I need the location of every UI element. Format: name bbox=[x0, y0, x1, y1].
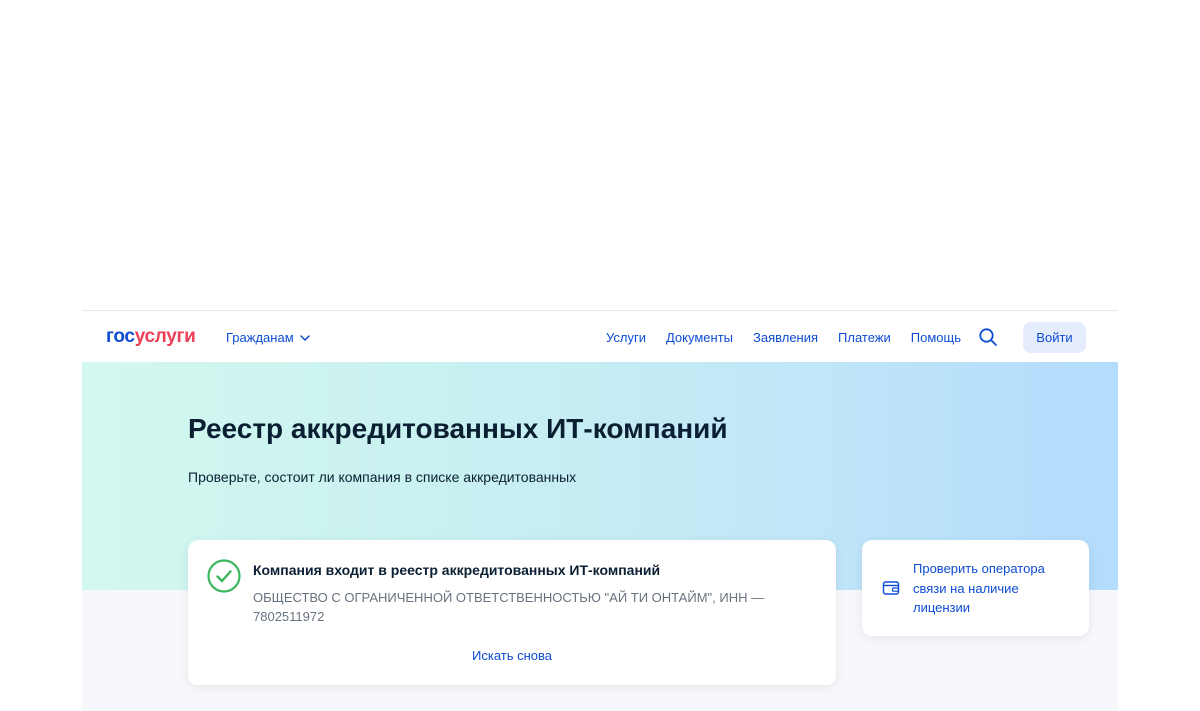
search-icon[interactable] bbox=[978, 327, 998, 347]
result-company-info: ОБЩЕСТВО С ОГРАНИЧЕННОЙ ОТВЕТСТВЕННОСТЬЮ… bbox=[253, 590, 765, 624]
check-operator-license-link[interactable]: Проверить оператора связи на наличие лиц… bbox=[913, 559, 1063, 618]
site-header: госуслуги Гражданам Услуги Документы Зая… bbox=[82, 311, 1118, 362]
page-title: Реестр аккредитованных ИТ-компаний bbox=[188, 413, 728, 444]
nav-item-applications[interactable]: Заявления bbox=[753, 329, 818, 347]
main-nav: Услуги Документы Заявления Платежи Помощ… bbox=[606, 329, 981, 347]
logo-part-uslugi: услуги bbox=[134, 326, 196, 347]
nav-item-payments[interactable]: Платежи bbox=[838, 329, 891, 347]
search-again-link: Искать снова bbox=[188, 647, 836, 665]
check-circle-icon bbox=[207, 559, 241, 593]
audience-dropdown[interactable]: Гражданам bbox=[226, 329, 310, 347]
chevron-down-icon bbox=[299, 335, 310, 341]
gosuslugi-logo[interactable]: госуслуги bbox=[106, 325, 196, 349]
page-subtitle: Проверьте, состоит ли компания в списке … bbox=[188, 469, 577, 485]
result-title: Компания входит в реестр аккредитованных… bbox=[253, 562, 661, 578]
check-operator-license-card[interactable]: Проверить оператора связи на наличие лиц… bbox=[862, 540, 1089, 636]
login-button[interactable]: Войти bbox=[1023, 322, 1086, 353]
page-frame: госуслуги Гражданам Услуги Документы Зая… bbox=[82, 310, 1118, 711]
nav-item-help[interactable]: Помощь bbox=[911, 329, 961, 347]
logo-part-gos: гос bbox=[106, 326, 135, 347]
audience-label: Гражданам bbox=[226, 330, 294, 345]
search-again-label[interactable]: Искать снова bbox=[472, 648, 552, 663]
nav-item-documents[interactable]: Документы bbox=[666, 329, 733, 347]
wallet-icon bbox=[882, 581, 900, 595]
nav-item-services[interactable]: Услуги bbox=[606, 329, 646, 347]
result-card: Компания входит в реестр аккредитованных… bbox=[188, 540, 836, 685]
